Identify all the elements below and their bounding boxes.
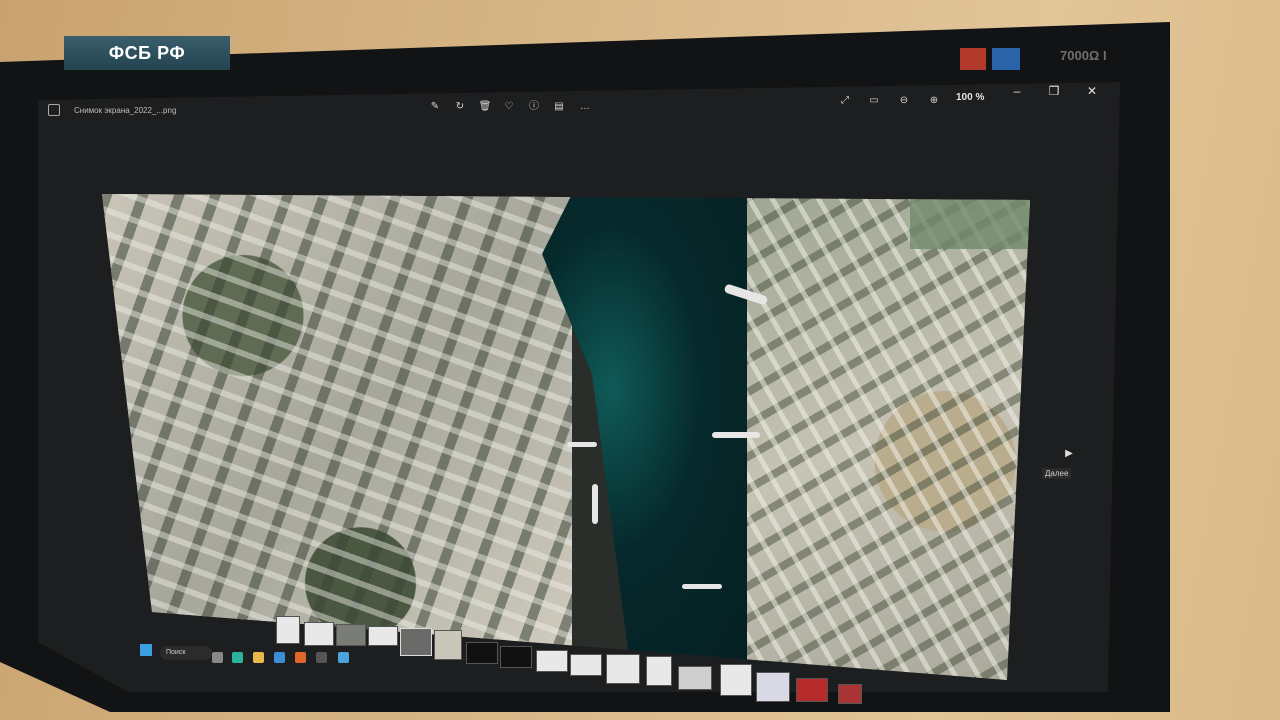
map-park-area	[910, 194, 1030, 249]
close-button[interactable]: ✕	[1085, 84, 1099, 98]
pier	[592, 484, 598, 524]
map-east-shore	[747, 194, 1030, 680]
windows-start-icon[interactable]	[140, 644, 152, 656]
ship	[567, 442, 597, 447]
zoom-in-icon[interactable]: ⊕	[927, 94, 941, 108]
pier	[682, 584, 722, 589]
taskbar-search[interactable]: Поиск	[160, 646, 212, 660]
photos-app-icon	[48, 104, 60, 116]
thumbnail[interactable]	[796, 678, 828, 702]
edge-icon[interactable]	[232, 652, 243, 663]
task-view-icon[interactable]	[212, 652, 223, 663]
monitor-brand: 7000Ω I	[1060, 48, 1107, 63]
minimize-button[interactable]: –	[1010, 84, 1024, 98]
firefox-icon[interactable]	[295, 652, 306, 663]
zoom-out-icon[interactable]: ⊖	[897, 94, 911, 108]
intel-sticker-icon	[992, 48, 1020, 70]
next-arrow-icon[interactable]: ▶	[1062, 448, 1076, 466]
thumbnail[interactable]	[838, 684, 862, 704]
delete-icon[interactable]: 🗑	[478, 100, 492, 114]
map-west-shore	[102, 194, 572, 680]
satellite-image	[102, 194, 1030, 680]
app-icon[interactable]	[316, 652, 327, 663]
print-icon[interactable]: ▤	[552, 100, 566, 114]
sticker-icon	[960, 48, 986, 70]
channel-badge: ФСБ РФ	[64, 36, 230, 70]
store-icon[interactable]	[274, 652, 285, 663]
rotate-icon[interactable]: ↻	[453, 100, 467, 114]
info-icon[interactable]: ⓘ	[527, 100, 541, 114]
fit-icon[interactable]: ▭	[867, 94, 881, 108]
edit-icon[interactable]: ✎	[428, 100, 442, 114]
explorer-icon[interactable]	[253, 652, 264, 663]
next-label[interactable]: Далее	[1042, 468, 1072, 479]
restore-button[interactable]: ❐	[1047, 84, 1061, 98]
ship	[712, 432, 760, 438]
photos-icon[interactable]	[338, 652, 349, 663]
file-name: Снимок экрана_2022_...png	[74, 106, 177, 115]
zoom-level: 100 %	[956, 92, 985, 103]
fullscreen-icon[interactable]: ⤢	[838, 94, 852, 108]
favorite-icon[interactable]: ♡	[502, 100, 516, 114]
more-icon[interactable]: …	[578, 100, 592, 114]
